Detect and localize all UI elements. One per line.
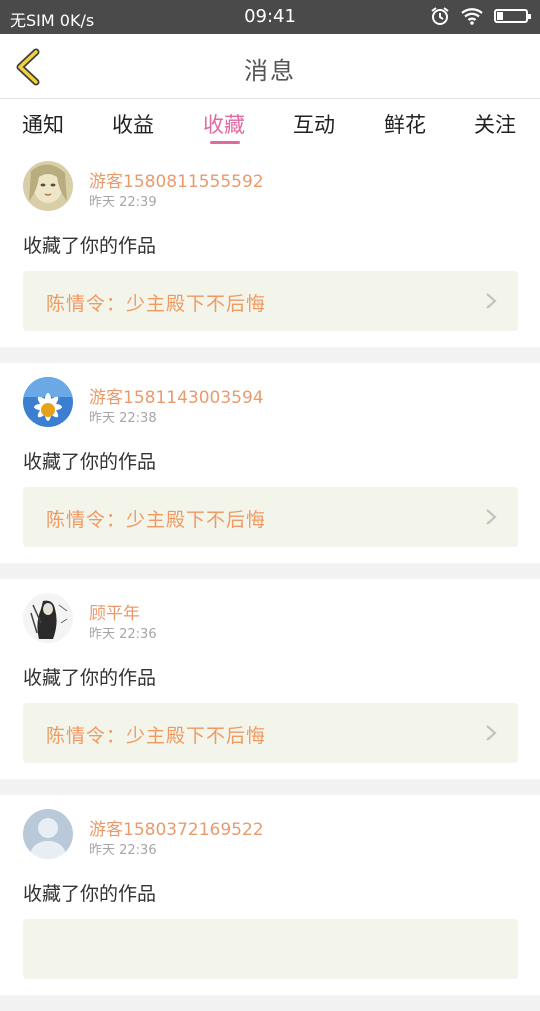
- battery-icon: [494, 9, 531, 23]
- chevron-right-icon: [486, 293, 497, 309]
- message-card: 顾平年 昨天 22:36 收藏了你的作品 陈情令：少主殿下不后悔: [0, 579, 540, 779]
- action-text: 收藏了你的作品: [23, 235, 157, 257]
- message-list: 游客1580811555592 昨天 22:39 收藏了你的作品 陈情令：少主殿…: [0, 147, 540, 1011]
- username[interactable]: 顾平年: [89, 599, 140, 624]
- work-title: 陈情令：少主殿下不后悔: [46, 293, 267, 315]
- message-card: 游客1581143003594 昨天 22:38 收藏了你的作品 陈情令：少主殿…: [0, 363, 540, 563]
- message-time: 昨天 22:38: [89, 411, 157, 426]
- username[interactable]: 游客1580372169522: [89, 815, 264, 840]
- tab-bar: 通知 收益 收藏 互动 鲜花 关注: [0, 99, 540, 147]
- tab-notifications[interactable]: 通知: [22, 109, 64, 139]
- work-title: 陈情令：少主殿下不后悔: [46, 509, 267, 531]
- wifi-icon: [461, 8, 483, 25]
- message-card: 游客1580811555592 昨天 22:39 收藏了你的作品 陈情令：少主殿…: [0, 147, 540, 347]
- chevron-right-icon: [486, 509, 497, 525]
- tab-interactions[interactable]: 互动: [293, 109, 335, 139]
- work-link[interactable]: 陈情令：少主殿下不后悔: [23, 703, 518, 763]
- work-title: 陈情令：少主殿下不后悔: [46, 725, 267, 747]
- tab-flowers[interactable]: 鲜花: [384, 109, 426, 139]
- daisy-avatar-icon[interactable]: [23, 377, 73, 427]
- message-time: 昨天 22:39: [89, 195, 157, 210]
- status-bar: 无SIM 0K/s 09:41: [0, 0, 540, 34]
- username[interactable]: 游客1580811555592: [89, 167, 264, 192]
- ink-figure-avatar-icon[interactable]: [23, 593, 73, 643]
- nav-bar: 消息: [0, 34, 540, 99]
- work-link[interactable]: 陈情令：少主殿下不后悔: [23, 487, 518, 547]
- action-text: 收藏了你的作品: [23, 451, 157, 473]
- active-tab-indicator: [210, 141, 240, 144]
- status-icons: [430, 6, 531, 26]
- tab-favorites[interactable]: 收藏: [203, 109, 245, 139]
- alarm-icon: [431, 7, 449, 25]
- action-text: 收藏了你的作品: [23, 883, 157, 905]
- tab-earnings[interactable]: 收益: [112, 109, 154, 139]
- girl-avatar-icon[interactable]: [23, 161, 73, 211]
- work-link[interactable]: [23, 919, 518, 979]
- message-time: 昨天 22:36: [89, 843, 157, 858]
- work-link[interactable]: 陈情令：少主殿下不后悔: [23, 271, 518, 331]
- chevron-right-icon: [486, 725, 497, 741]
- tab-follows[interactable]: 关注: [474, 109, 516, 139]
- message-card: 游客1580372169522 昨天 22:36 收藏了你的作品: [0, 795, 540, 995]
- username[interactable]: 游客1581143003594: [89, 383, 264, 408]
- default-user-avatar-icon[interactable]: [23, 809, 73, 859]
- message-time: 昨天 22:36: [89, 627, 157, 642]
- page-title: 消息: [244, 57, 296, 85]
- action-text: 收藏了你的作品: [23, 667, 157, 689]
